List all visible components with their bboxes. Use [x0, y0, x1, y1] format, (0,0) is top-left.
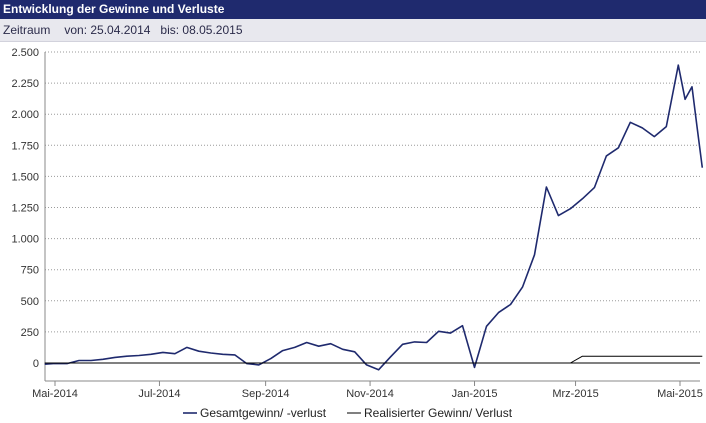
y-tick-label: 500 [21, 296, 39, 308]
y-tick-label: 2.500 [11, 47, 39, 59]
x-tick-label: Jan-2015 [452, 388, 498, 400]
y-tick-label: 250 [21, 327, 39, 339]
x-tick-label: Mai-2015 [657, 388, 703, 400]
x-tick-label: Sep-2014 [242, 388, 290, 400]
x-tick-label: Nov-2014 [346, 388, 394, 400]
series-line-gesamtgewinn [44, 64, 704, 371]
y-tick-label: 1.250 [11, 203, 39, 215]
line-chart: 0 250 500 750 1.000 1.250 1.500 1.750 2.000 2.250… [11, 47, 704, 420]
legend-label: Realisierter Gewinn/ Verlust [364, 406, 513, 420]
y-tick-label: 1.500 [11, 171, 39, 183]
y-axis-ticks: 0 250 500 750 1.000 1.250 1.500 1.750 2.000 2.250… [11, 47, 39, 370]
y-tick-label: 750 [21, 265, 39, 277]
legend: Gesamtgewinn/ -verlust Realisierter Gewin… [183, 406, 513, 420]
y-tick-label: 0 [33, 358, 39, 370]
chart-panel: Entwicklung der Gewinne und Verluste Zei… [0, 0, 706, 423]
x-axis-ticks: Mai-2014 Jul-2014 Sep-2014 Nov-2014 Jan-2015… [32, 381, 703, 400]
x-tick-label: Jul-2014 [138, 388, 180, 400]
legend-label: Gesamtgewinn/ -verlust [200, 406, 327, 420]
series-line-realisiert [44, 355, 703, 364]
series-lines [44, 64, 704, 371]
y-tick-label: 1.000 [11, 234, 39, 246]
y-tick-label: 1.750 [11, 140, 39, 152]
x-tick-label: Mai-2014 [32, 388, 78, 400]
y-tick-label: 2.000 [11, 109, 39, 121]
gridlines [45, 51, 700, 333]
y-tick-label: 2.250 [11, 78, 39, 90]
x-tick-label: Mrz-2015 [552, 388, 598, 400]
